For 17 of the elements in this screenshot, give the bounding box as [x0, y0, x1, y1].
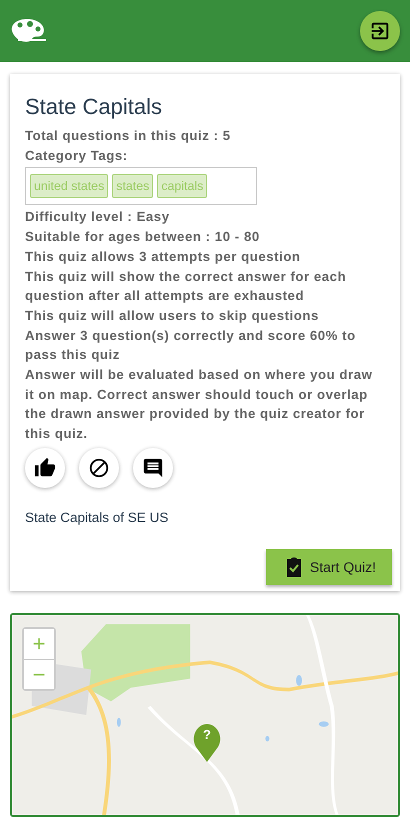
quiz-rule-text: Answer will be evaluated based on where you draw it on map. Correct answer should touch or overlap the drawn answer provided by the quiz creator for this quiz.	[25, 366, 374, 444]
quiz-description: State Capitals of SE US	[25, 510, 170, 525]
category-tags-label: Category Tags:	[25, 146, 129, 165]
quiz-rule-text: This quiz will allow users to skip questions	[25, 306, 320, 325]
quiz-rule-text: Suitable for ages between : 10 - 80	[25, 228, 261, 246]
quiz-title: State Capitals	[25, 94, 163, 120]
start-quiz-button[interactable]: Start Quiz!	[266, 548, 392, 585]
category-tag: states	[112, 174, 154, 198]
quiz-rule-text: Answer 3 question(s) correctly and score 60% to pass this quiz	[25, 326, 357, 364]
quiz-rule-text: This quiz will show the correct answer for each question after all attempts are exhausted	[25, 268, 348, 306]
category-tag: capitals	[157, 174, 208, 198]
zoom-out-button[interactable]: −	[24, 658, 54, 689]
category-tag: united states	[30, 174, 108, 198]
map-marker[interactable]: ?	[192, 722, 222, 763]
quiz-rule-text: Difficulty level : Easy	[25, 208, 171, 226]
total-questions-text: Total questions in this quiz : 5	[25, 127, 232, 145]
quiz-rule-text: This quiz allows 3 attempts per question	[25, 248, 302, 266]
